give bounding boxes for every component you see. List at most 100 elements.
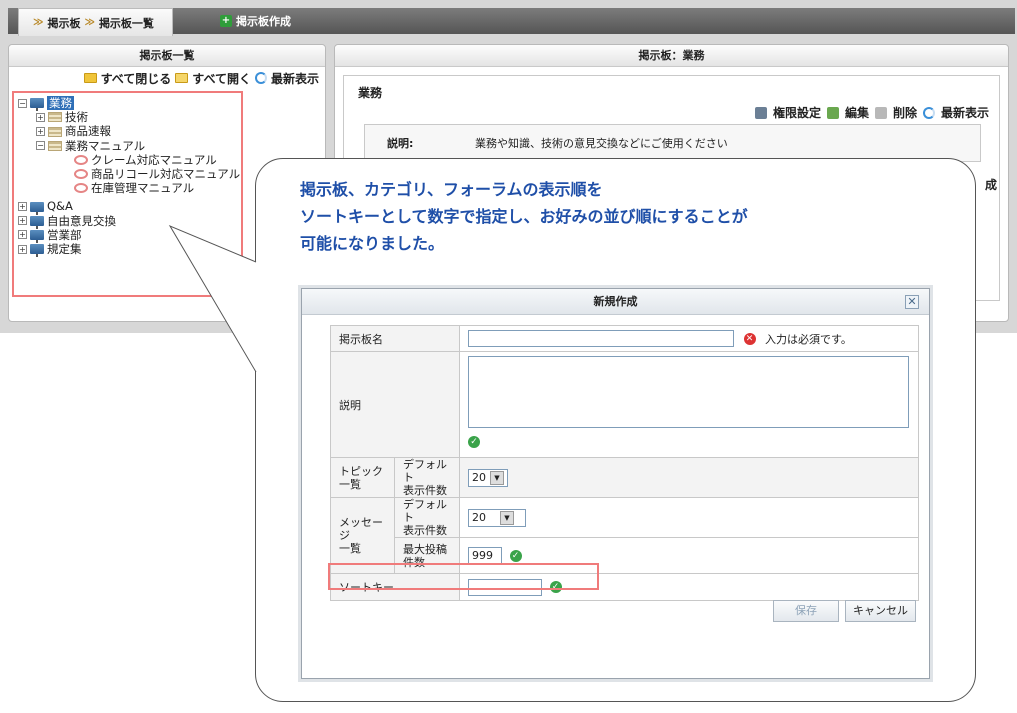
- tree-node[interactable]: + Q&A: [18, 199, 240, 215]
- tab-create-board-label: 掲示板作成: [236, 15, 291, 28]
- category-icon: [48, 112, 62, 123]
- tree-node-label[interactable]: 営業部: [47, 228, 82, 242]
- tree-node-label[interactable]: 規定集: [47, 242, 82, 256]
- refresh-button[interactable]: 最新表示: [271, 70, 319, 87]
- board-detail-title: 掲示板：業務: [335, 45, 1008, 67]
- collapse-icon[interactable]: −: [18, 98, 27, 108]
- description-label: 説明:: [387, 137, 414, 150]
- description-textarea[interactable]: [468, 356, 909, 428]
- expand-icon[interactable]: +: [18, 216, 27, 226]
- tree-node[interactable]: クレーム対応マニュアル: [18, 153, 240, 167]
- permissions-icon: [754, 106, 767, 119]
- tab-bar: ≫ 掲示板 ≫ 掲示板一覧 + 掲示板作成: [8, 8, 1015, 36]
- cancel-button[interactable]: キャンセル: [845, 600, 916, 622]
- expand-icon[interactable]: +: [18, 244, 27, 254]
- tree-node-label[interactable]: 在庫管理マニュアル: [91, 181, 194, 195]
- tree-toolbar: すべて閉じる すべて開く 最新表示: [9, 69, 325, 87]
- chevron-right-icon: ≫: [84, 17, 95, 28]
- description-label: 説明: [330, 351, 460, 458]
- dialog-form: 掲示板名 ✕ 入力は必須です。 説明 ✓ トピック 一覧 デフォルト 表示件数: [330, 325, 919, 601]
- message-count-select[interactable]: 20 ▼: [468, 508, 526, 527]
- refresh-button[interactable]: 最新表示: [941, 104, 989, 121]
- tree-node-label[interactable]: 商品速報: [65, 124, 111, 138]
- chevron-down-icon: ▼: [490, 470, 504, 485]
- callout-line-1: 掲示板、カテゴリ、フォーラムの表示順を: [300, 180, 603, 199]
- tree-node-label[interactable]: 自由意見交換: [47, 214, 116, 228]
- valid-check-icon: ✓: [509, 549, 522, 562]
- save-button[interactable]: 保存: [773, 600, 839, 622]
- board-tree: − 業務 + 技術 + 商品速報 − 業務マニュアル クレーム対応マニュアル 商…: [18, 96, 240, 258]
- tree-node-label[interactable]: クレーム対応マニュアル: [91, 153, 217, 167]
- tree-node[interactable]: 商品リコール対応マニュアル: [18, 167, 240, 181]
- trash-icon: [874, 106, 887, 119]
- collapse-all-button[interactable]: すべて閉じる: [101, 70, 172, 87]
- tree-node-label[interactable]: 技術: [65, 110, 88, 124]
- expand-all-button[interactable]: すべて開く: [192, 70, 251, 87]
- dialog-title: 新規作成: [593, 295, 638, 308]
- close-icon[interactable]: ✕: [905, 295, 919, 309]
- partial-text: 成: [984, 178, 997, 192]
- expand-icon[interactable]: +: [36, 112, 45, 122]
- edit-button[interactable]: 編集: [845, 104, 869, 121]
- category-icon: [48, 126, 62, 137]
- form-table: 掲示板名 ✕ 入力は必須です。 説明 ✓ トピック 一覧 デフォルト 表示件数: [330, 325, 919, 601]
- topic-count-select[interactable]: 20 ▼: [468, 468, 508, 487]
- tree-node[interactable]: + 規定集: [18, 242, 240, 258]
- collapse-icon[interactable]: −: [36, 141, 45, 151]
- topic-list-label: トピック 一覧: [330, 457, 395, 498]
- forum-icon: [74, 154, 88, 165]
- board-name: 業務: [358, 86, 383, 100]
- board-name-label: 掲示板名: [330, 325, 460, 352]
- board-list-title: 掲示板一覧: [9, 45, 325, 67]
- tree-node[interactable]: + 商品速報: [18, 124, 240, 138]
- forum-icon: [74, 183, 88, 194]
- tree-node-label[interactable]: Q&A: [47, 199, 73, 213]
- board-icon: [30, 98, 44, 112]
- max-posts-input[interactable]: 999: [468, 546, 502, 565]
- expand-icon[interactable]: +: [18, 202, 27, 212]
- tree-node[interactable]: + 営業部: [18, 228, 240, 243]
- tree-node[interactable]: 在庫管理マニュアル: [18, 181, 240, 195]
- breadcrumb-item-board-list[interactable]: 掲示板一覧: [99, 15, 154, 31]
- refresh-icon: [254, 72, 267, 84]
- board-toolbar: 権限設定 編集 削除 最新表示: [754, 104, 989, 121]
- tree-node-label[interactable]: 業務: [47, 96, 74, 111]
- description-text: 業務や知識、技術の意見交換などにご使用ください: [475, 137, 728, 150]
- callout-text: 掲示板、カテゴリ、フォーラムの表示順を ソートキーとして数字で指定し、お好みの並…: [300, 176, 748, 257]
- add-icon: +: [220, 15, 232, 27]
- callout-line-3: 可能になりました。: [300, 234, 445, 253]
- tree-node[interactable]: − 業務マニュアル: [18, 139, 240, 153]
- tree-node-label[interactable]: 業務マニュアル: [65, 139, 145, 153]
- tree-node-label[interactable]: 商品リコール対応マニュアル: [91, 167, 240, 181]
- board-icon: [30, 244, 44, 258]
- folder-open-icon: [175, 73, 189, 83]
- board-icon: [30, 215, 44, 229]
- breadcrumb: ≫ 掲示板 ≫ 掲示板一覧: [18, 8, 173, 36]
- breadcrumb-item-board[interactable]: 掲示板: [47, 15, 80, 31]
- board-icon: [30, 229, 44, 243]
- dialog-header: 新規作成 ✕: [302, 289, 929, 315]
- valid-check-icon: ✓: [468, 436, 480, 448]
- chevron-right-icon: ≫: [33, 17, 44, 28]
- chevron-down-icon: ▼: [500, 510, 514, 525]
- forum-icon: [74, 169, 88, 180]
- error-icon: ✕: [743, 332, 756, 345]
- expand-icon[interactable]: +: [18, 230, 27, 240]
- topic-default-count-label: デフォルト 表示件数: [394, 457, 460, 498]
- callout-line-2: ソートキーとして数字で指定し、お好みの並び順にすることが: [300, 207, 748, 226]
- refresh-icon: [922, 106, 935, 119]
- tree-node[interactable]: − 業務: [18, 96, 240, 112]
- tree-node[interactable]: + 技術: [18, 110, 240, 124]
- category-icon: [48, 140, 62, 151]
- expand-icon[interactable]: +: [36, 127, 45, 136]
- board-name-input[interactable]: [468, 330, 734, 347]
- tab-create-board[interactable]: + 掲示板作成: [220, 13, 291, 29]
- sort-key-highlight: [328, 563, 599, 590]
- delete-button[interactable]: 削除: [893, 104, 917, 121]
- description-row: 説明: 業務や知識、技術の意見交換などにご使用ください: [364, 124, 981, 162]
- tree-node[interactable]: + 自由意見交換: [18, 214, 240, 229]
- board-icon: [30, 201, 44, 215]
- message-default-count-label: デフォルト 表示件数: [394, 497, 460, 538]
- folder-closed-icon: [83, 73, 97, 83]
- permissions-button[interactable]: 権限設定: [773, 104, 821, 121]
